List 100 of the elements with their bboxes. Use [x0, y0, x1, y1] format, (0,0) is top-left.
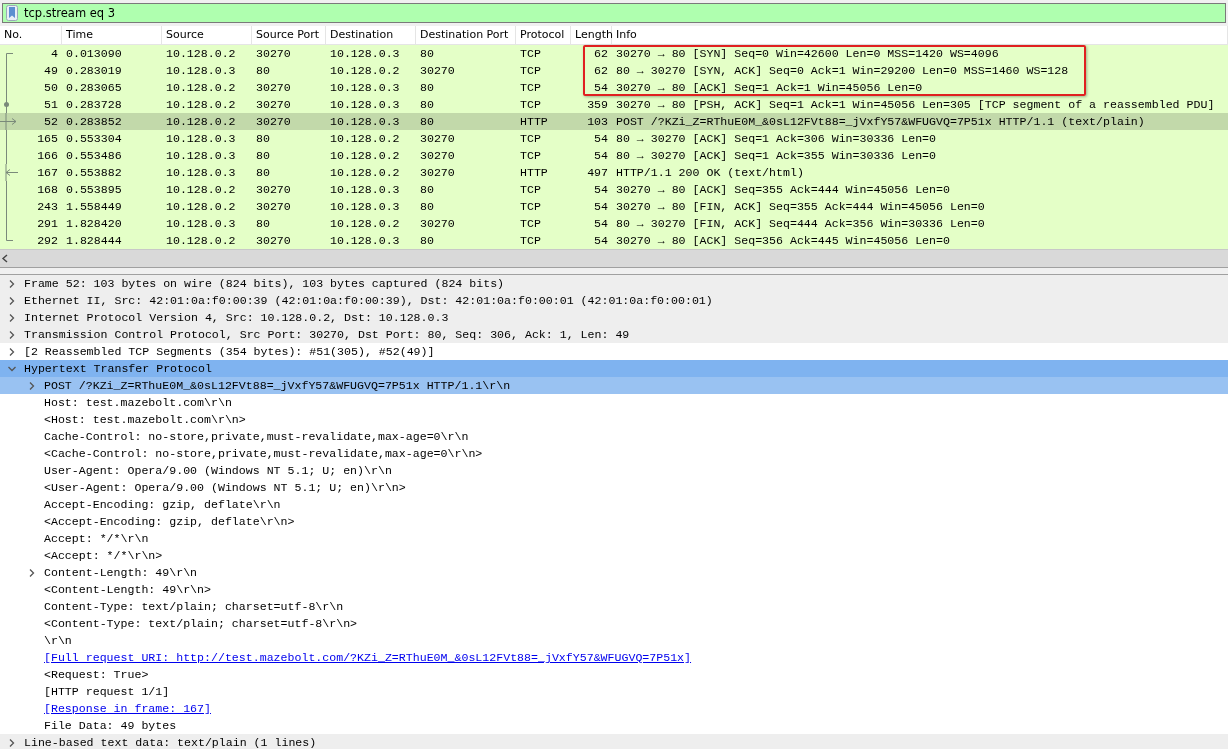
tree-item[interactable]: \r\n — [0, 632, 1228, 649]
link[interactable]: [Full request URI: http://test.mazebolt.com/?KZi_Z=RThuE0M_&0sL12FVt88=_jVxfY57&WFUGVQ=7P51x] — [44, 649, 692, 666]
packet-row[interactable]: 167 0.553882 10.128.0.3 80 10.128.0.2 30270 HTTP 497 HTTP/1.1 200 OK (text/html) — [0, 164, 1228, 181]
packet-row[interactable]: 4 0.013090 10.128.0.2 30270 10.128.0.3 80 TCP 62 30270 → 80 [SYN] Seq=0 Win=42600 Len=0 MSS=1420 WS=4096 — [0, 45, 1228, 62]
tree-item[interactable]: <Request: True> — [0, 666, 1228, 683]
tree-item[interactable]: User-Agent: Opera/9.00 (Windows NT 5.1; U; en)\r\n — [0, 462, 1228, 479]
table-cell-text: 10.128.0.2 — [165, 182, 237, 198]
table-cell-text: 52 — [44, 114, 58, 130]
packet-row[interactable]: 168 0.553895 10.128.0.2 30270 10.128.0.3 80 TCP 54 30270 → 80 [ACK] Seq=355 Ack=444 Win=45056 Len=0 — [0, 181, 1228, 198]
tree-item[interactable]: Line-based text data: text/plain (1 lines) — [0, 734, 1228, 749]
tree-item[interactable]: <Accept-Encoding: gzip, deflate\r\n> — [0, 513, 1228, 530]
column-header[interactable]: Source — [162, 26, 252, 44]
packet-row[interactable]: 165 0.553304 10.128.0.3 80 10.128.0.2 30270 TCP 54 80 → 30270 [ACK] Seq=1 Ack=306 Win=30336 Len=0 — [0, 130, 1228, 147]
packet-row[interactable]: 166 0.553486 10.128.0.3 80 10.128.0.2 30270 TCP 54 80 → 30270 [ACK] Seq=1 Ack=355 Win=30336 Len=0 — [0, 147, 1228, 164]
table-cell-text: 10.128.0.3 — [329, 46, 401, 62]
tree-item[interactable]: Host: test.mazebolt.com\r\n — [0, 394, 1228, 411]
display-filter-field[interactable]: tcp.stream eq 3 — [2, 3, 1226, 23]
tree-item[interactable]: Internet Protocol Version 4, Src: 10.128.0.2, Dst: 10.128.0.3 — [0, 309, 1228, 326]
tree-item[interactable]: <Content-Type: text/plain; charset=utf-8\r\n> — [0, 615, 1228, 632]
tree-item-text: User-Agent: Opera/9.00 (Windows NT 5.1; U; en)\r\n — [44, 463, 392, 479]
tree-item-text: <Cache-Control: no-store,private,must-revalidate,max-age=0\r\n> — [44, 446, 483, 462]
tree-item[interactable]: Ethernet II, Src: 42:01:0a:f0:00:39 (42:01:0a:f0:00:39), Dst: 42:01:0a:f0:00:01 (42:01:0a:f0:00:01) — [0, 292, 1228, 309]
tree-item[interactable]: Hypertext Transfer Protocol — [0, 360, 1228, 377]
tree-item[interactable]: Content-Type: text/plain; charset=utf-8\r\n — [0, 598, 1228, 615]
tree-item[interactable]: <Cache-Control: no-store,private,must-revalidate,max-age=0\r\n> — [0, 445, 1228, 462]
tree-item-text: <User-Agent: Opera/9.00 (Windows NT 5.1; U; en)\r\n> — [44, 480, 406, 496]
table-cell-text: 10.128.0.2 — [329, 165, 401, 181]
table-cell-text: 30270 — [255, 199, 292, 215]
table-cell-text: 80 — [419, 46, 435, 62]
packet-row[interactable]: 292 1.828444 10.128.0.2 30270 10.128.0.3 80 TCP 54 30270 → 80 [ACK] Seq=356 Ack=445 Win=45056 Len=0 — [0, 232, 1228, 249]
tree-item[interactable]: Accept: */*\r\n — [0, 530, 1228, 547]
table-cell-text: 10.128.0.2 — [165, 199, 237, 215]
column-header[interactable]: Info — [612, 26, 1228, 44]
table-cell-text: 80 — [255, 216, 271, 232]
tree-item-text: Accept-Encoding: gzip, deflate\r\n — [44, 497, 281, 513]
tree-item[interactable]: Accept-Encoding: gzip, deflate\r\n — [0, 496, 1228, 513]
table-cell-text: 30270 — [419, 165, 456, 181]
column-header[interactable]: Protocol — [516, 26, 571, 44]
packet-row[interactable]: 52 0.283852 10.128.0.2 30270 10.128.0.3 80 HTTP 103 POST /?KZi_Z=RThuE0M_&0sL12FVt88=_jVxfY57&WFUGVQ=7P51x HTTP/1.1 (text/plain) — [0, 113, 1228, 130]
tree-item[interactable]: POST /?KZi_Z=RThuE0M_&0sL12FVt88=_jVxfY57&WFUGVQ=7P51x HTTP/1.1\r\n — [0, 377, 1228, 394]
tree-item[interactable]: Cache-Control: no-store,private,must-revalidate,max-age=0\r\n — [0, 428, 1228, 445]
tree-item[interactable]: Content-Length: 49\r\n — [0, 564, 1228, 581]
table-cell-text: 0.283852 — [65, 114, 123, 130]
table-cell-text: TCP — [519, 216, 542, 232]
table-cell-text: 10.128.0.3 — [329, 97, 401, 113]
tree-item-text: Accept: */*\r\n — [44, 531, 149, 547]
table-cell-text: TCP — [519, 182, 542, 198]
tree-item-text: <Request: True> — [44, 667, 149, 683]
packet-row[interactable]: 51 0.283728 10.128.0.2 30270 10.128.0.3 80 TCP 359 30270 → 80 [PSH, ACK] Seq=1 Ack=1 Win=45056 Len=305 [TCP segment of a reassembled PDU] — [0, 96, 1228, 113]
column-header[interactable]: Length — [571, 26, 612, 44]
table-cell-text: TCP — [519, 199, 542, 215]
tree-item[interactable]: Transmission Control Protocol, Src Port: 30270, Dst Port: 80, Seq: 306, Ack: 1, Len: 49 — [0, 326, 1228, 343]
table-cell-text: 80 — [419, 97, 435, 113]
table-cell-text: 80 — [419, 233, 435, 249]
packet-row[interactable]: 49 0.283019 10.128.0.3 80 10.128.0.2 30270 TCP 62 80 → 30270 [SYN, ACK] Seq=0 Ack=1 Win=29200 Len=0 MSS=1460 WS=128 — [0, 62, 1228, 79]
table-cell-text: 10.128.0.3 — [329, 233, 401, 249]
table-cell-text: 62 — [593, 63, 609, 79]
tree-item[interactable]: [Full request URI: http://test.mazebolt.com/?KZi_Z=RThuE0M_&0sL12FVt88=_jVxfY57&WFUGVQ=7P51x] — [0, 649, 1228, 666]
column-header[interactable]: Destination — [326, 26, 416, 44]
packet-row[interactable]: 291 1.828420 10.128.0.3 80 10.128.0.2 30270 TCP 54 80 → 30270 [FIN, ACK] Seq=444 Ack=356 Win=30336 Len=0 — [0, 215, 1228, 232]
link[interactable]: [Response in frame: 167] — [44, 700, 211, 717]
tree-item[interactable]: <User-Agent: Opera/9.00 (Windows NT 5.1; U; en)\r\n> — [0, 479, 1228, 496]
table-cell-text: TCP — [519, 46, 542, 62]
tree-item-text: POST /?KZi_Z=RThuE0M_&0sL12FVt88=_jVxfY57&WFUGVQ=7P51x HTTP/1.1\r\n — [44, 378, 511, 394]
table-cell-text: 80 — [255, 63, 271, 79]
table-cell-text: 30270 — [419, 148, 456, 164]
table-cell-text: 30270 — [255, 97, 292, 113]
table-cell-text: 51 — [44, 97, 58, 113]
tree-item[interactable]: <Host: test.mazebolt.com\r\n> — [0, 411, 1228, 428]
table-cell-text: 80 — [419, 80, 435, 96]
packet-row[interactable]: 243 1.558449 10.128.0.2 30270 10.128.0.3 80 TCP 54 30270 → 80 [FIN, ACK] Seq=355 Ack=444 Win=45056 Len=0 — [0, 198, 1228, 215]
tree-item-text: <Accept: */*\r\n> — [44, 548, 163, 564]
column-header[interactable]: Source Port — [252, 26, 326, 44]
tree-item[interactable]: [Response in frame: 167] — [0, 700, 1228, 717]
table-cell-text: 0.553882 — [65, 165, 123, 181]
table-cell-text: 80 → 30270 [FIN, ACK] Seq=444 Ack=356 Win=30336 Len=0 — [615, 216, 986, 232]
table-cell-text: TCP — [519, 63, 542, 79]
table-cell-text: 80 — [255, 131, 271, 147]
table-cell-text: 291 — [37, 216, 58, 232]
column-header[interactable]: No. — [0, 26, 62, 44]
tree-item[interactable]: <Accept: */*\r\n> — [0, 547, 1228, 564]
table-cell-text: 30270 — [255, 182, 292, 198]
column-header[interactable]: Destination Port — [416, 26, 516, 44]
tree-item[interactable]: File Data: 49 bytes — [0, 717, 1228, 734]
table-cell-text: TCP — [519, 80, 542, 96]
tree-item-text: <Host: test.mazebolt.com\r\n> — [44, 412, 246, 428]
table-cell-text: HTTP/1.1 200 OK (text/html) — [615, 165, 805, 181]
table-cell-text: 10.128.0.2 — [165, 114, 237, 130]
column-header[interactable]: Time — [62, 26, 162, 44]
tree-item-text: Cache-Control: no-store,private,must-revalidate,max-age=0\r\n — [44, 429, 469, 445]
table-cell-text: 0.013090 — [65, 46, 123, 62]
tree-item[interactable]: [2 Reassembled TCP Segments (354 bytes): #51(305), #52(49)] — [0, 343, 1228, 360]
table-cell-text: 0.553895 — [65, 182, 123, 198]
table-cell-text: 10.128.0.2 — [329, 148, 401, 164]
table-cell-text: 54 — [593, 80, 609, 96]
tree-item[interactable]: [HTTP request 1/1] — [0, 683, 1228, 700]
tree-item[interactable]: <Content-Length: 49\r\n> — [0, 581, 1228, 598]
packet-row[interactable]: 50 0.283065 10.128.0.2 30270 10.128.0.3 80 TCP 54 30270 → 80 [ACK] Seq=1 Ack=1 Win=45056 Len=0 — [0, 79, 1228, 96]
tree-item[interactable]: Frame 52: 103 bytes on wire (824 bits), 103 bytes captured (824 bits) — [0, 275, 1228, 292]
table-cell-text: 359 — [586, 97, 609, 113]
